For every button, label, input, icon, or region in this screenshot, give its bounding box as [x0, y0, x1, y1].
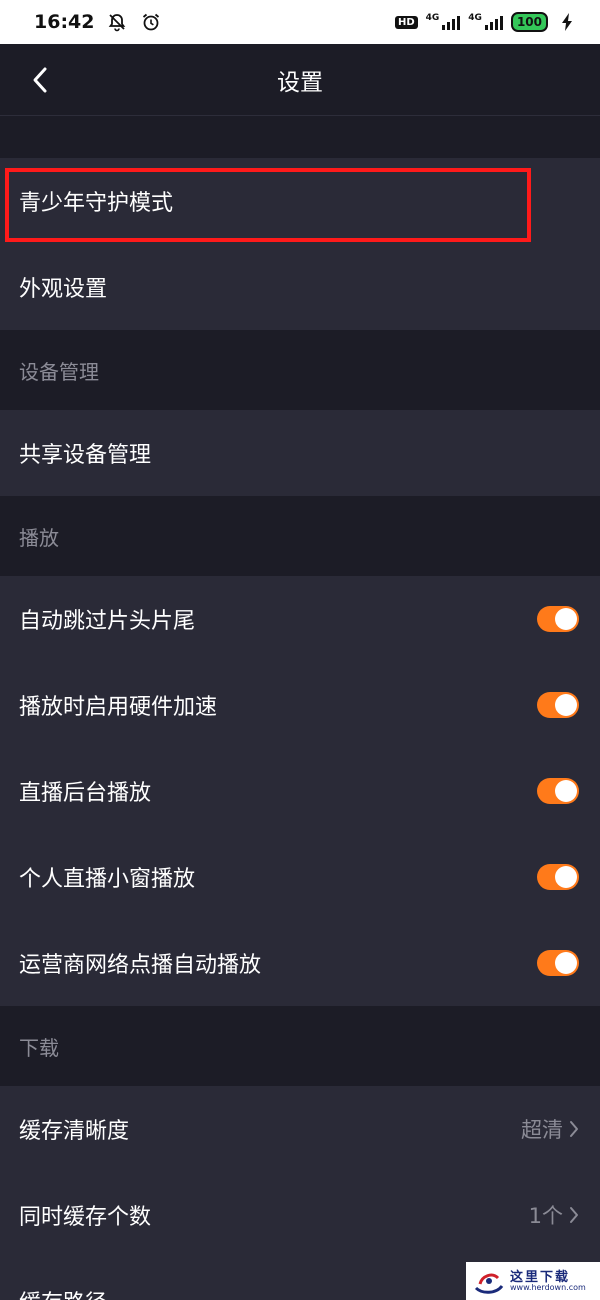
toggle-switch[interactable] [537, 606, 579, 632]
setting-label: 运营商网络点播自动播放 [19, 953, 262, 978]
nav-bar: 设置 [0, 44, 600, 116]
chevron-right-icon [570, 1207, 578, 1223]
page-title: 设置 [277, 69, 323, 96]
setting-row-skip-intro: 自动跳过片头片尾 [0, 576, 600, 662]
chevron-left-icon [33, 67, 47, 93]
watermark-logo-icon [474, 1273, 504, 1294]
setting-label: 缓存清晰度 [19, 1119, 130, 1144]
setting-row-youth-mode[interactable]: 青少年守护模式 [0, 158, 600, 244]
status-time: 16:42 [34, 11, 95, 33]
setting-label: 个人直播小窗播放 [19, 867, 196, 892]
setting-row-live-pip: 个人直播小窗播放 [0, 834, 600, 920]
battery-indicator: 100 [510, 12, 548, 32]
settings-list: 青少年守护模式 外观设置 设备管理 共享设备管理 播放 自动跳过片头片尾 播放时… [0, 116, 600, 1300]
section-header-download: 下载 [0, 1006, 600, 1086]
watermark-text: 这里下载 [510, 1269, 571, 1285]
setting-label: 缓存路径 [19, 1285, 107, 1300]
setting-label: 青少年守护模式 [19, 191, 174, 216]
status-bar: 16:42 HD 4G 4G 100 [0, 0, 600, 44]
setting-row-concurrent-cache[interactable]: 同时缓存个数 1个 [0, 1172, 600, 1258]
setting-row-cache-quality[interactable]: 缓存清晰度 超清 [0, 1086, 600, 1172]
hd-badge: HD [394, 15, 418, 29]
watermark-url: www.herdown.com [510, 1282, 586, 1292]
setting-value: 超清 [521, 1118, 563, 1142]
toggle-knob [555, 866, 577, 888]
spacer [0, 116, 600, 158]
toggle-knob [555, 694, 577, 716]
toggle-knob [555, 608, 577, 630]
setting-label: 外观设置 [19, 277, 108, 302]
setting-row-hw-accel: 播放时启用硬件加速 [0, 662, 600, 748]
section-title: 播放 [19, 525, 59, 550]
setting-label: 播放时启用硬件加速 [19, 695, 218, 720]
setting-row-shared-devices[interactable]: 共享设备管理 [0, 410, 600, 496]
toggle-switch[interactable] [537, 864, 579, 890]
mute-bell-icon [106, 11, 128, 33]
setting-value: 1个 [528, 1204, 563, 1228]
toggle-switch[interactable] [537, 950, 579, 976]
charging-icon [556, 11, 578, 33]
setting-row-live-background: 直播后台播放 [0, 748, 600, 834]
setting-label: 同时缓存个数 [19, 1205, 152, 1230]
setting-label: 共享设备管理 [19, 443, 152, 468]
section-title: 设备管理 [19, 359, 99, 384]
back-button[interactable] [22, 62, 58, 98]
section-header-device: 设备管理 [0, 330, 600, 410]
chevron-right-icon [570, 1121, 578, 1137]
setting-row-appearance[interactable]: 外观设置 [0, 244, 600, 330]
setting-label: 自动跳过片头片尾 [19, 609, 196, 634]
setting-row-mobile-autoplay: 运营商网络点播自动播放 [0, 920, 600, 1006]
section-header-playback: 播放 [0, 496, 600, 576]
signal-icon: 4G [426, 14, 461, 30]
toggle-knob [555, 780, 577, 802]
setting-label: 直播后台播放 [19, 781, 152, 806]
section-title: 下载 [19, 1035, 59, 1060]
toggle-knob [555, 952, 577, 974]
signal-icon-2: 4G [468, 14, 503, 30]
alarm-icon [140, 11, 162, 33]
toggle-switch[interactable] [537, 778, 579, 804]
watermark: 这里下载 www.herdown.com [466, 1262, 600, 1300]
toggle-switch[interactable] [537, 692, 579, 718]
